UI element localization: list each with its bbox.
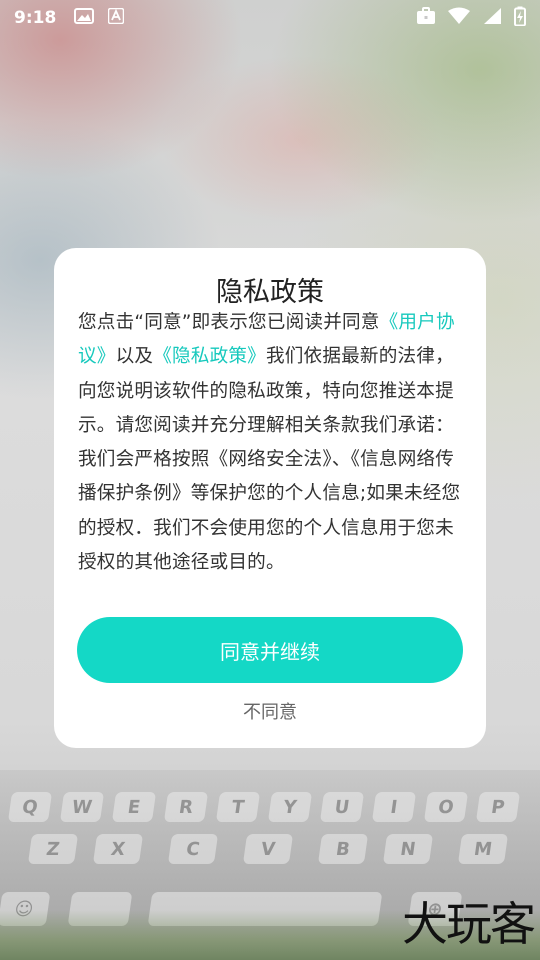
image-icon <box>74 7 95 29</box>
privacy-dialog: 隐私政策 您点击“同意”即表示您已阅读并同意《用户协议》以及《隐私政策》我们依据… <box>54 248 486 748</box>
signal-icon <box>482 7 502 30</box>
bg-key: Q <box>7 792 53 822</box>
status-time: 9:18 <box>14 8 57 28</box>
agree-continue-button[interactable]: 同意并继续 <box>77 617 463 683</box>
bg-key: P <box>475 792 521 822</box>
bg-key: V <box>242 834 294 864</box>
battery-charging-icon <box>514 6 526 31</box>
bg-key: M <box>457 834 509 864</box>
bg-key: E <box>111 792 157 822</box>
bg-key: W <box>59 792 105 822</box>
briefcase-icon <box>416 6 436 30</box>
privacy-policy-link[interactable]: 《隐私政策》 <box>153 346 266 367</box>
bg-key: O <box>423 792 469 822</box>
bg-key: U <box>319 792 365 822</box>
bg-key: X <box>92 834 144 864</box>
wifi-icon <box>448 7 470 30</box>
bg-key: B <box>317 834 369 864</box>
watermark-logo: 大玩客 <box>402 897 536 951</box>
bg-key: Z <box>27 834 79 864</box>
bg-key: Y <box>267 792 313 822</box>
disagree-button[interactable]: 不同意 <box>54 698 486 724</box>
dialog-title: 隐私政策 <box>216 277 324 308</box>
bg-key: C <box>167 834 219 864</box>
bg-key: N <box>382 834 434 864</box>
body-text-3: 我们依据最新的法律，向您说明该软件的隐私政策，特向您推送本提示。请您阅读并充分理… <box>78 346 461 574</box>
body-text-2: 以及 <box>115 346 154 368</box>
font-icon <box>108 7 125 29</box>
bg-key: T <box>215 792 261 822</box>
status-bar: 9:18 <box>0 0 540 36</box>
bg-key: R <box>163 792 209 822</box>
dialog-body: 您点击“同意”即表示您已阅读并同意《用户协议》以及《隐私政策》我们依据最新的法律… <box>78 306 464 580</box>
bg-key: I <box>371 792 417 822</box>
body-text-1: 您点击“同意”即表示您已阅读并同意 <box>78 312 380 333</box>
